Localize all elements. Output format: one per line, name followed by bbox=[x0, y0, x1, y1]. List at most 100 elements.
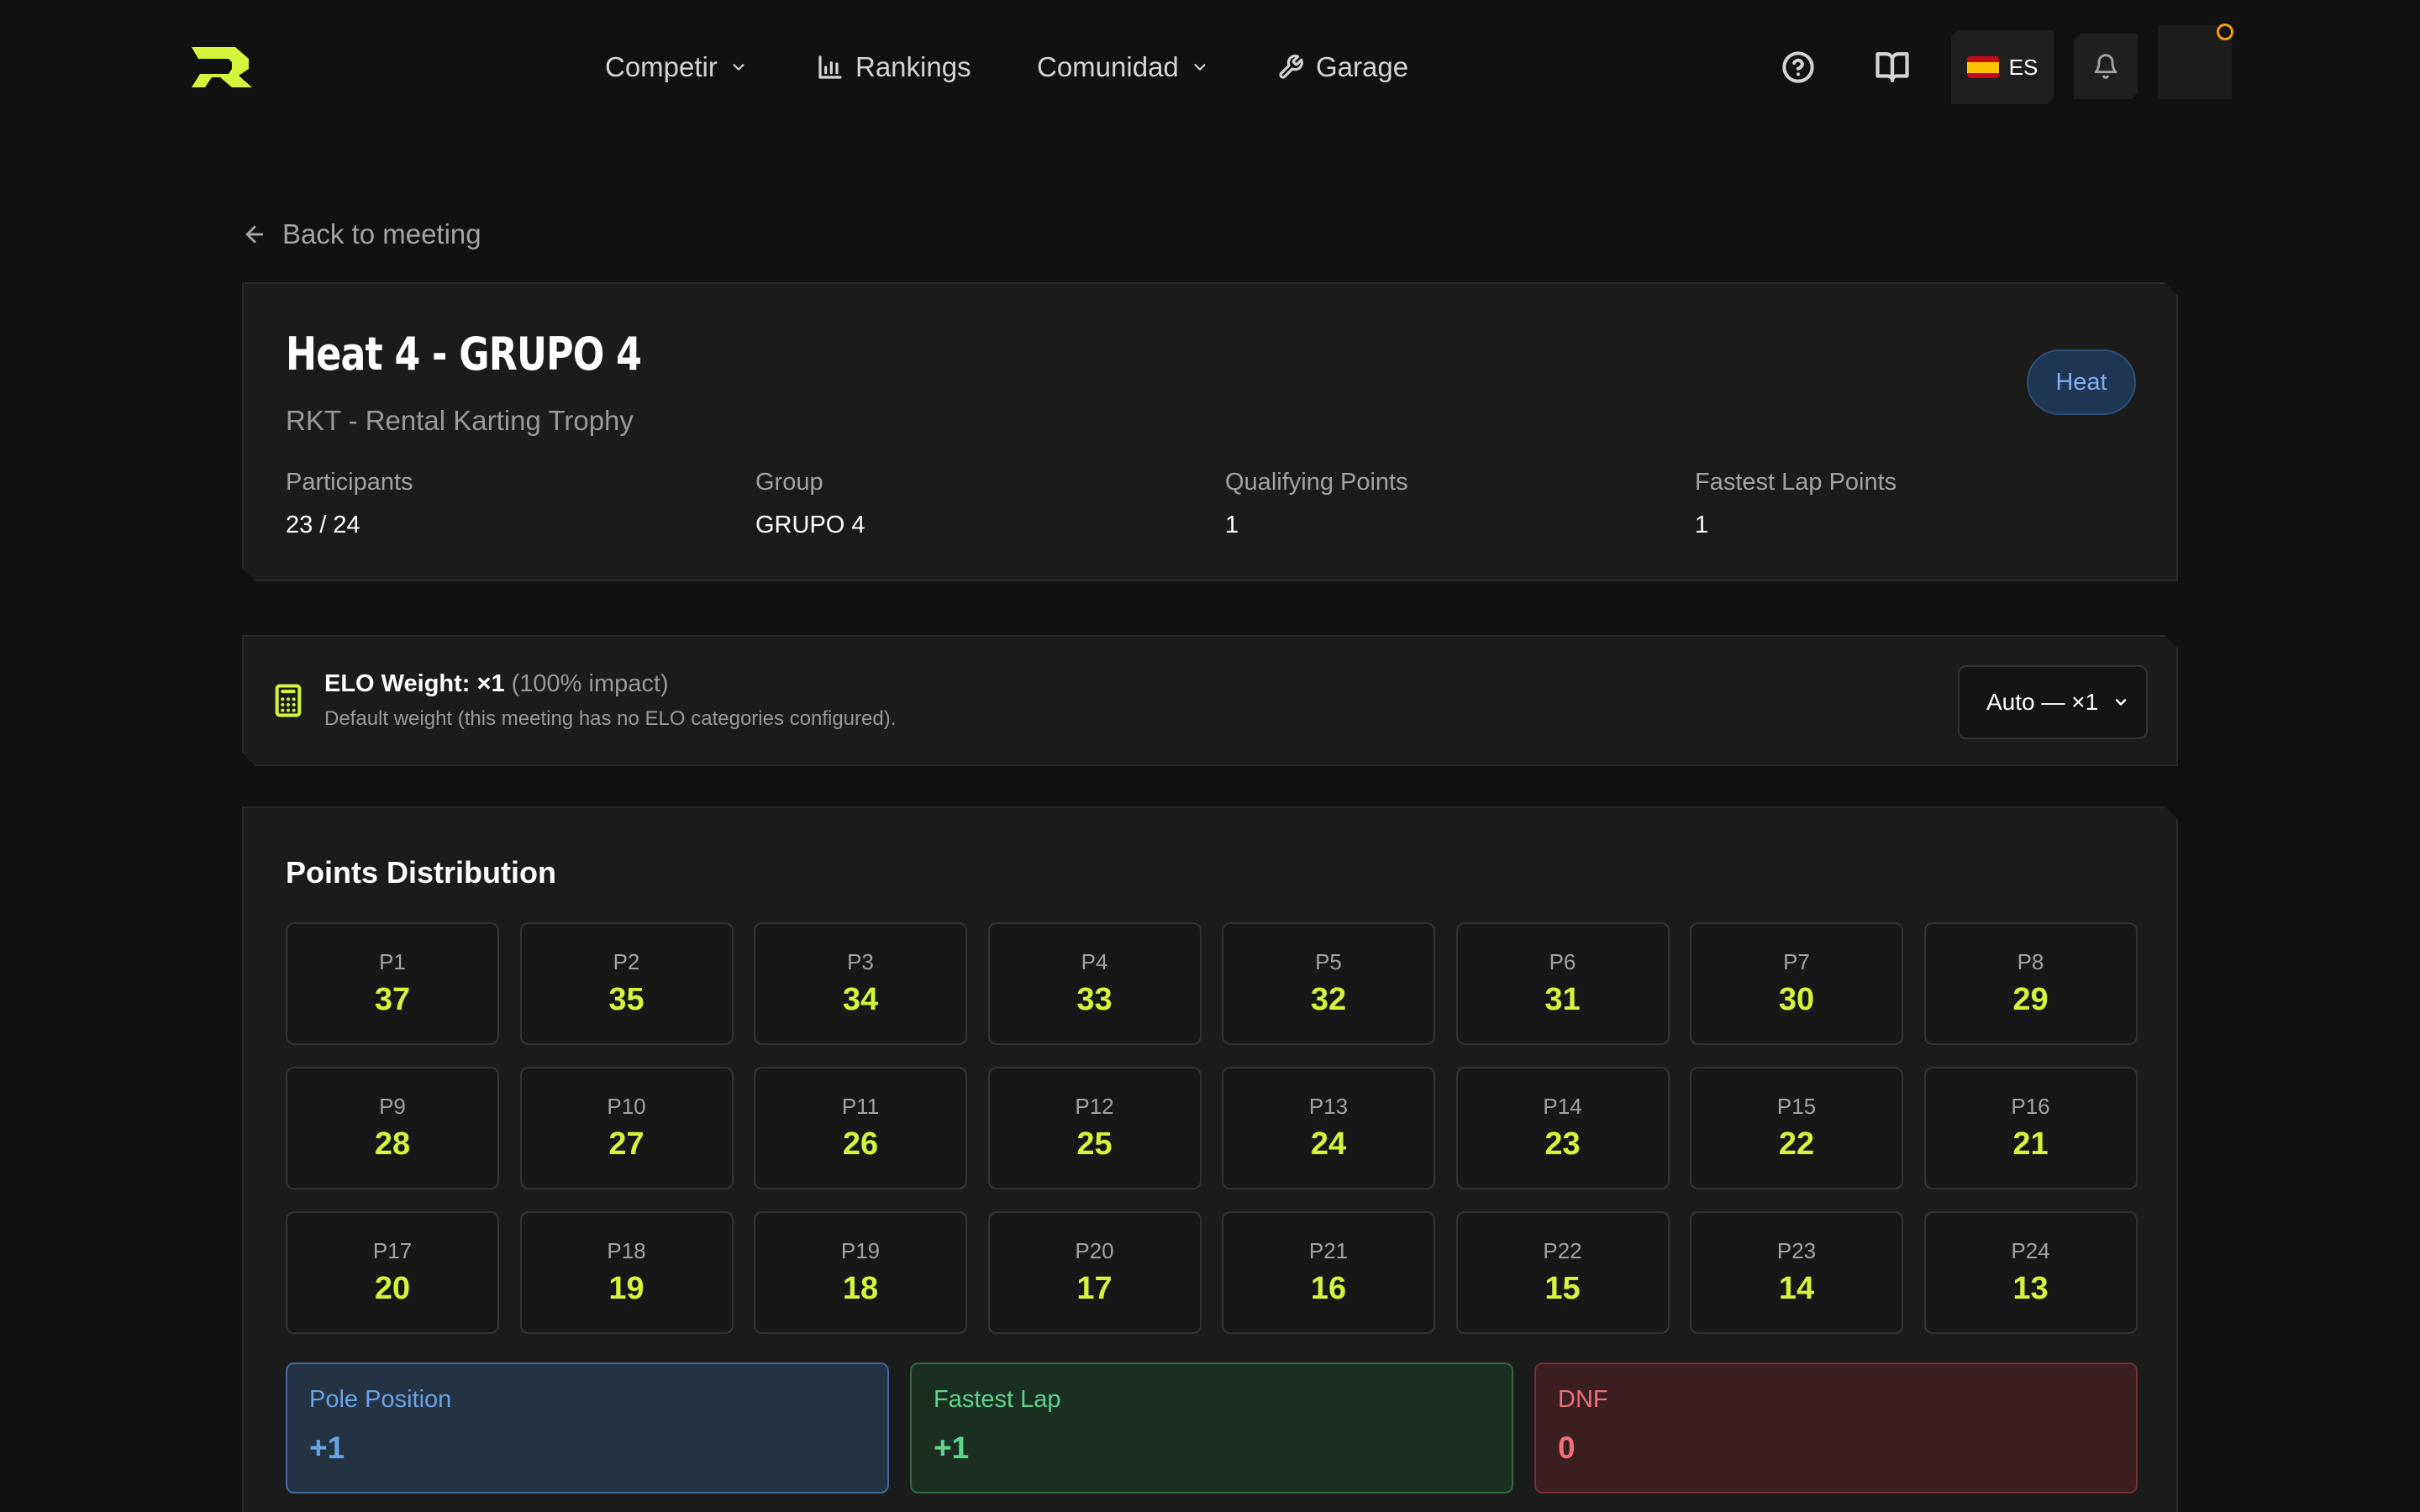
points-cell: P4 33 bbox=[988, 922, 1202, 1045]
points-value: 22 bbox=[1778, 1126, 1815, 1162]
stat-value: 1 bbox=[1695, 512, 1709, 538]
points-value: 29 bbox=[2012, 982, 2049, 1017]
dnf-bonus: DNF 0 bbox=[1534, 1362, 2138, 1494]
elo-weight-card: ELO Weight: ×1 (100% impact) Default wei… bbox=[242, 635, 2178, 766]
stat-group: Group GRUPO 4 bbox=[755, 469, 865, 539]
nav-rankings[interactable]: Rankings bbox=[817, 47, 971, 87]
elo-weight-select[interactable]: Auto — ×1 bbox=[1958, 665, 2148, 739]
elo-select-value: Auto — ×1 bbox=[1986, 689, 2099, 715]
points-cell: P19 18 bbox=[754, 1211, 967, 1334]
status-indicator bbox=[2217, 24, 2233, 40]
points-cell: P15 22 bbox=[1690, 1067, 1903, 1189]
docs-button[interactable] bbox=[1872, 47, 1912, 87]
points-value: 20 bbox=[374, 1271, 411, 1306]
points-cell: P14 23 bbox=[1456, 1067, 1670, 1189]
position-label: P14 bbox=[1543, 1094, 1582, 1119]
points-cell: P5 32 bbox=[1222, 922, 1435, 1045]
elo-impact: (100% impact) bbox=[511, 670, 669, 697]
points-cell: P2 35 bbox=[520, 922, 734, 1045]
points-value: 32 bbox=[1310, 982, 1347, 1017]
bonus-label: Fastest Lap bbox=[934, 1386, 1061, 1413]
points-cell: P13 24 bbox=[1222, 1067, 1435, 1189]
bonus-value: 0 bbox=[1558, 1431, 1576, 1465]
points-value: 35 bbox=[608, 982, 644, 1017]
chevron-down-icon bbox=[733, 64, 744, 71]
bonus-label: Pole Position bbox=[309, 1386, 452, 1413]
nav-garage[interactable]: Garage bbox=[1277, 47, 1408, 87]
points-value: 19 bbox=[608, 1271, 644, 1306]
points-value: 16 bbox=[1310, 1271, 1347, 1306]
points-value: 17 bbox=[1076, 1271, 1113, 1306]
book-open-icon bbox=[1876, 52, 1909, 82]
notifications-button[interactable] bbox=[2074, 34, 2138, 99]
stat-label: Qualifying Points bbox=[1225, 469, 1408, 496]
help-button[interactable] bbox=[1778, 47, 1818, 87]
top-nav: Competir Rankings Comunidad Garage ES bbox=[0, 0, 2420, 134]
spain-flag-icon bbox=[1967, 56, 1999, 78]
position-label: P19 bbox=[840, 1238, 881, 1263]
position-label: P17 bbox=[372, 1238, 413, 1263]
nav-competir-label: Competir bbox=[605, 51, 718, 82]
stat-value: 1 bbox=[1225, 512, 1239, 538]
stat-qualifying-points: Qualifying Points 1 bbox=[1225, 469, 1408, 539]
calculator-icon bbox=[274, 684, 302, 722]
position-label: P3 bbox=[847, 949, 874, 974]
elo-weight-label: ELO Weight: ×1 bbox=[324, 670, 505, 697]
stat-label: Fastest Lap Points bbox=[1695, 469, 1897, 496]
position-label: P5 bbox=[1315, 949, 1342, 974]
position-label: P1 bbox=[379, 949, 406, 974]
position-label: P23 bbox=[1776, 1238, 1817, 1263]
bar-chart-icon bbox=[818, 55, 842, 79]
points-value: 28 bbox=[374, 1126, 411, 1162]
stat-participants: Participants 23 / 24 bbox=[286, 469, 413, 539]
position-label: P24 bbox=[2011, 1238, 2050, 1263]
position-label: P6 bbox=[1549, 949, 1576, 974]
position-label: P16 bbox=[2011, 1094, 2050, 1119]
points-value: 33 bbox=[1076, 982, 1113, 1017]
pole-position-bonus: Pole Position +1 bbox=[286, 1362, 889, 1494]
points-cell: P8 29 bbox=[1924, 922, 2138, 1045]
points-cell: P22 15 bbox=[1456, 1211, 1670, 1334]
position-label: P4 bbox=[1081, 949, 1108, 974]
nav-comunidad[interactable]: Comunidad bbox=[1037, 47, 1209, 87]
position-label: P15 bbox=[1776, 1094, 1817, 1119]
points-value: 30 bbox=[1778, 982, 1815, 1017]
back-to-meeting-link[interactable]: Back to meeting bbox=[242, 218, 481, 250]
fastest-lap-bonus: Fastest Lap +1 bbox=[910, 1362, 1513, 1494]
nav-garage-label: Garage bbox=[1316, 51, 1409, 82]
points-cell: P16 21 bbox=[1924, 1067, 2138, 1189]
points-cell: P12 25 bbox=[988, 1067, 1202, 1189]
points-value: 18 bbox=[842, 1271, 879, 1306]
points-value: 24 bbox=[1310, 1126, 1347, 1162]
bell-icon bbox=[2092, 53, 2119, 80]
points-distribution-card: Points Distribution P1 37 P2 35 P3 34 P4 33 P5 32… bbox=[242, 806, 2178, 1512]
points-cell: P7 30 bbox=[1690, 922, 1903, 1045]
stat-label: Group bbox=[755, 469, 823, 496]
elo-weight-line: ELO Weight: ×1 (100% impact) bbox=[324, 670, 669, 698]
points-cell: P11 26 bbox=[754, 1067, 967, 1189]
section-title: Points Distribution bbox=[286, 855, 556, 890]
points-cell: P9 28 bbox=[286, 1067, 499, 1189]
points-cell: P17 20 bbox=[286, 1211, 499, 1334]
session-type-badge: Heat bbox=[2027, 349, 2136, 415]
points-value: 34 bbox=[842, 982, 879, 1017]
bonus-label: DNF bbox=[1558, 1386, 1608, 1413]
points-value: 15 bbox=[1544, 1271, 1581, 1306]
position-label: P2 bbox=[613, 949, 640, 974]
chevron-down-icon bbox=[1194, 64, 1206, 71]
points-cell: P3 34 bbox=[754, 922, 967, 1045]
bonus-value: +1 bbox=[309, 1431, 345, 1465]
stat-value: 23 / 24 bbox=[286, 512, 360, 538]
championship-name: RKT - Rental Karting Trophy bbox=[286, 405, 634, 436]
nav-competir[interactable]: Competir bbox=[605, 47, 748, 87]
brand-logo[interactable] bbox=[188, 44, 255, 91]
stat-value: GRUPO 4 bbox=[755, 512, 865, 538]
position-label: P11 bbox=[841, 1094, 880, 1119]
language-selector[interactable]: ES bbox=[1951, 30, 2054, 104]
points-value: 27 bbox=[608, 1126, 644, 1162]
points-grid: P1 37 P2 35 P3 34 P4 33 P5 32 P6 31 P7 30 P8 29 P9 28 P10 2… bbox=[286, 922, 2138, 1334]
points-cell: P21 16 bbox=[1222, 1211, 1435, 1334]
points-value: 31 bbox=[1544, 982, 1581, 1017]
points-cell: P20 17 bbox=[988, 1211, 1202, 1334]
elo-note: Default weight (this meeting has no ELO … bbox=[324, 707, 897, 730]
